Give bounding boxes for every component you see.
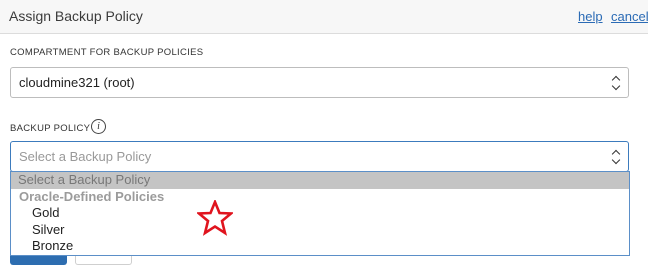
chevron-up-down-icon bbox=[611, 75, 621, 91]
primary-action-button[interactable] bbox=[10, 256, 67, 265]
chevron-up-down-icon bbox=[611, 149, 621, 165]
backup-policy-dropdown-list[interactable]: Select a Backup Policy Oracle-Defined Po… bbox=[10, 171, 630, 256]
dropdown-option-placeholder[interactable]: Select a Backup Policy bbox=[11, 172, 629, 189]
dropdown-group-label: Oracle-Defined Policies bbox=[19, 188, 165, 204]
cancel-link[interactable]: cancel bbox=[611, 9, 648, 24]
help-link[interactable]: help bbox=[578, 9, 603, 24]
compartment-label: COMPARTMENT FOR BACKUP POLICIES bbox=[10, 47, 204, 58]
dropdown-option-gold[interactable]: Gold bbox=[11, 205, 629, 222]
dropdown-option-silver[interactable]: Silver bbox=[11, 222, 629, 239]
secondary-action-button[interactable] bbox=[75, 256, 132, 265]
compartment-select[interactable]: cloudmine321 (root) bbox=[10, 67, 629, 98]
star-annotation-icon bbox=[197, 200, 233, 236]
backup-policy-select[interactable]: Select a Backup Policy bbox=[10, 141, 629, 172]
backup-policy-placeholder: Select a Backup Policy bbox=[19, 149, 152, 164]
compartment-value: cloudmine321 (root) bbox=[19, 75, 135, 90]
info-icon[interactable]: i bbox=[91, 119, 106, 134]
dropdown-option-bronze[interactable]: Bronze bbox=[11, 238, 629, 255]
dialog-header: Assign Backup Policy help cancel bbox=[0, 0, 648, 34]
backup-policy-label: BACKUP POLICY bbox=[10, 123, 91, 134]
dialog-title: Assign Backup Policy bbox=[9, 8, 143, 24]
